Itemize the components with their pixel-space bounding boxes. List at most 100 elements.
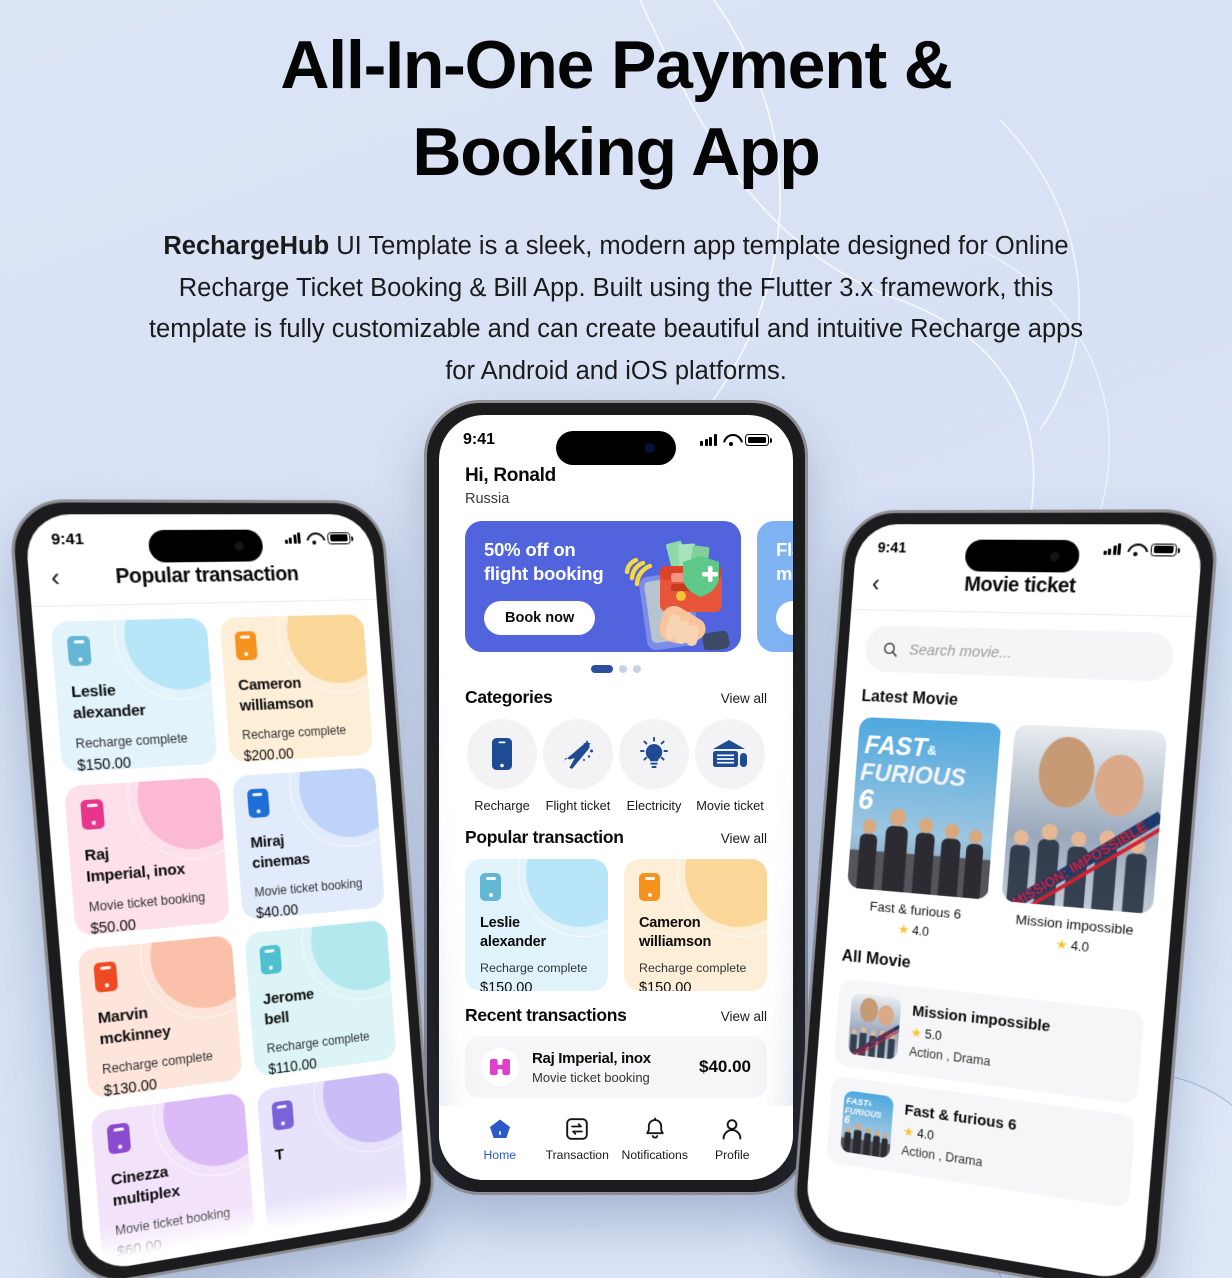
category-icon-bubble <box>695 719 765 789</box>
search-placeholder: Search movie... <box>908 640 1013 662</box>
transaction-tile-icon <box>106 1122 132 1155</box>
transaction-status: Recharge complete <box>480 961 588 976</box>
transaction-name: Cinezza multiplex <box>110 1163 181 1210</box>
transaction-card[interactable]: Miraj cinemas Movie ticket booking $40.00 <box>231 767 386 921</box>
transaction-card[interactable]: Jerome bell Recharge complete $110.00 <box>243 919 397 1078</box>
recent-title: Raj Imperial, inox <box>532 1049 651 1067</box>
transaction-card[interactable]: Raj Imperial, inox Movie ticket booking $… <box>63 776 230 937</box>
category-icon-bubble <box>543 719 613 789</box>
banner-title: Flat 50% off onmovie ticket <box>776 539 793 585</box>
carousel-dot-3[interactable] <box>633 665 641 673</box>
recent-amount: $40.00 <box>699 1057 751 1076</box>
tab-notifications[interactable]: Notifications <box>616 1116 694 1162</box>
transaction-status: Recharge complete <box>241 722 347 743</box>
star-icon: ★ <box>897 922 910 938</box>
movie-ticket-icon <box>713 740 747 767</box>
banner-illustration <box>605 528 737 652</box>
banner-cta-button[interactable]: Book now <box>776 601 793 635</box>
tab-label: Transaction <box>545 1148 609 1162</box>
fast-furious-poster: FAST & FURIOUS 6 <box>840 1090 894 1159</box>
battery-icon <box>745 434 772 446</box>
transaction-name: Miraj cinemas <box>249 832 311 872</box>
transaction-name: Marvin mckinney <box>97 1004 172 1049</box>
svg-text:&: & <box>927 742 938 758</box>
recent-view-all[interactable]: View all <box>721 1009 767 1024</box>
search-icon <box>882 640 900 658</box>
transaction-card[interactable]: Leslie alexander Recharge complete $150.0… <box>50 617 218 773</box>
tab-icon <box>539 1116 617 1142</box>
transaction-amount: $40.00 <box>255 901 299 921</box>
tab-label: Profile <box>714 1148 750 1162</box>
wifi-icon <box>1127 543 1145 556</box>
transaction-name: Cameron williamson <box>639 915 712 950</box>
transaction-card[interactable]: Marvin mckinney Recharge complete $130.00 <box>77 934 242 1100</box>
star-icon: ★ <box>910 1025 923 1041</box>
front-camera-icon <box>1049 551 1060 561</box>
tab-transaction[interactable]: Transaction <box>539 1116 617 1162</box>
wallet-phone-illustration <box>624 540 730 652</box>
carousel-dot-1[interactable] <box>591 665 613 673</box>
recent-subtitle: Movie ticket booking <box>532 1069 650 1085</box>
category-label: Recharge <box>474 798 530 813</box>
all-movie-list: MISSION: IMPOSSIBLE Mission impossible ★… <box>810 964 1165 1212</box>
categories-section-header: Categories View all <box>439 673 793 708</box>
recharge-tile-icon <box>639 873 660 901</box>
transaction-tile-icon <box>233 631 258 661</box>
brand-name: RechargeHub <box>163 232 330 261</box>
tab-icon <box>461 1116 539 1142</box>
dynamic-island <box>147 529 264 563</box>
dynamic-island <box>964 539 1081 573</box>
latest-movie-item[interactable]: MISSION: IMPOSSIBLE Mission impossible ★… <box>997 724 1167 961</box>
svg-text:6: 6 <box>857 783 875 816</box>
phone-center-home: 9:41 Hi, Ronald Russia 50% off on flight … <box>424 400 808 1195</box>
transaction-tile-icon <box>66 635 92 667</box>
transaction-icon <box>481 1048 519 1086</box>
category-label: Flight ticket <box>545 798 611 813</box>
popular-view-all[interactable]: View all <box>721 831 767 846</box>
transaction-card[interactable]: Cameron williamson Recharge complete $200… <box>218 614 374 763</box>
status-time: 9:41 <box>463 431 496 448</box>
tab-profile[interactable]: Profile <box>694 1116 772 1162</box>
hero-header: All-In-One Payment & Booking App Recharg… <box>0 0 1232 392</box>
status-time: 9:41 <box>877 539 908 557</box>
category-icon-bubble <box>467 719 537 789</box>
cellular-bars-icon <box>700 434 717 446</box>
promo-banner-carousel[interactable]: 50% off onflight booking Book now Flat 5… <box>439 507 793 652</box>
wifi-icon <box>723 434 739 446</box>
categories-view-all[interactable]: View all <box>721 691 767 706</box>
star-icon: ★ <box>902 1124 915 1140</box>
movie-poster: MISSION: IMPOSSIBLE <box>1000 724 1168 915</box>
transaction-amount: $200.00 <box>243 744 295 763</box>
promo-banner-2[interactable]: Flat 50% off onmovie ticket Book now <box>757 521 793 652</box>
promo-banner-1[interactable]: 50% off on flight booking Book now <box>465 521 741 652</box>
tab-home[interactable]: Home <box>461 1116 539 1162</box>
latest-movie-item[interactable]: FAST & FURIOUS 6 Fast & furious 6 ★ 4.0 <box>844 716 1002 945</box>
carousel-dot-2[interactable] <box>619 665 627 673</box>
categories-title: Categories <box>465 687 553 707</box>
tab-icon <box>694 1116 772 1142</box>
category-recharge[interactable]: Recharge <box>465 719 539 813</box>
recent-transaction-row[interactable]: Raj Imperial, inox Movie ticket booking … <box>465 1036 767 1098</box>
phone-left-popular-transaction: 9:41 ‹ Popular transaction Leslie alexand… <box>7 499 438 1278</box>
fast-furious-poster: FAST & FURIOUS 6 <box>847 716 1002 900</box>
page-title-line1: All-In-One Payment & <box>280 27 952 103</box>
recharge-tile-icon <box>480 873 501 901</box>
category-movie-ticket[interactable]: Movie ticket <box>693 719 767 813</box>
battery-icon <box>1150 542 1178 556</box>
transaction-tile-icon <box>270 1099 294 1131</box>
popular-transaction-card[interactable]: Cameron williamson Recharge complete $150… <box>624 859 767 991</box>
greeting-name: Hi, Ronald <box>465 465 556 486</box>
right-screen: 9:41 ‹ Movie ticket Search movie... Late… <box>804 524 1205 1278</box>
banner-cta-button[interactable]: Book now <box>484 601 596 635</box>
category-electricity[interactable]: Electricity <box>617 719 691 813</box>
transaction-name: Cameron williamson <box>237 674 314 715</box>
transaction-status: Recharge complete <box>74 730 189 752</box>
carousel-indicator[interactable] <box>439 652 793 673</box>
person-icon <box>722 1119 742 1140</box>
popular-transaction-card[interactable]: Leslie alexander Recharge complete $150.0… <box>465 859 608 991</box>
category-label: Electricity <box>626 798 682 813</box>
category-flight-ticket[interactable]: Flight ticket <box>541 719 615 813</box>
airplane-icon <box>564 740 593 769</box>
popular-section-header: Popular transaction View all <box>439 813 793 848</box>
phones-stage: 9:41 ‹ Popular transaction Leslie alexand… <box>0 388 1232 1278</box>
